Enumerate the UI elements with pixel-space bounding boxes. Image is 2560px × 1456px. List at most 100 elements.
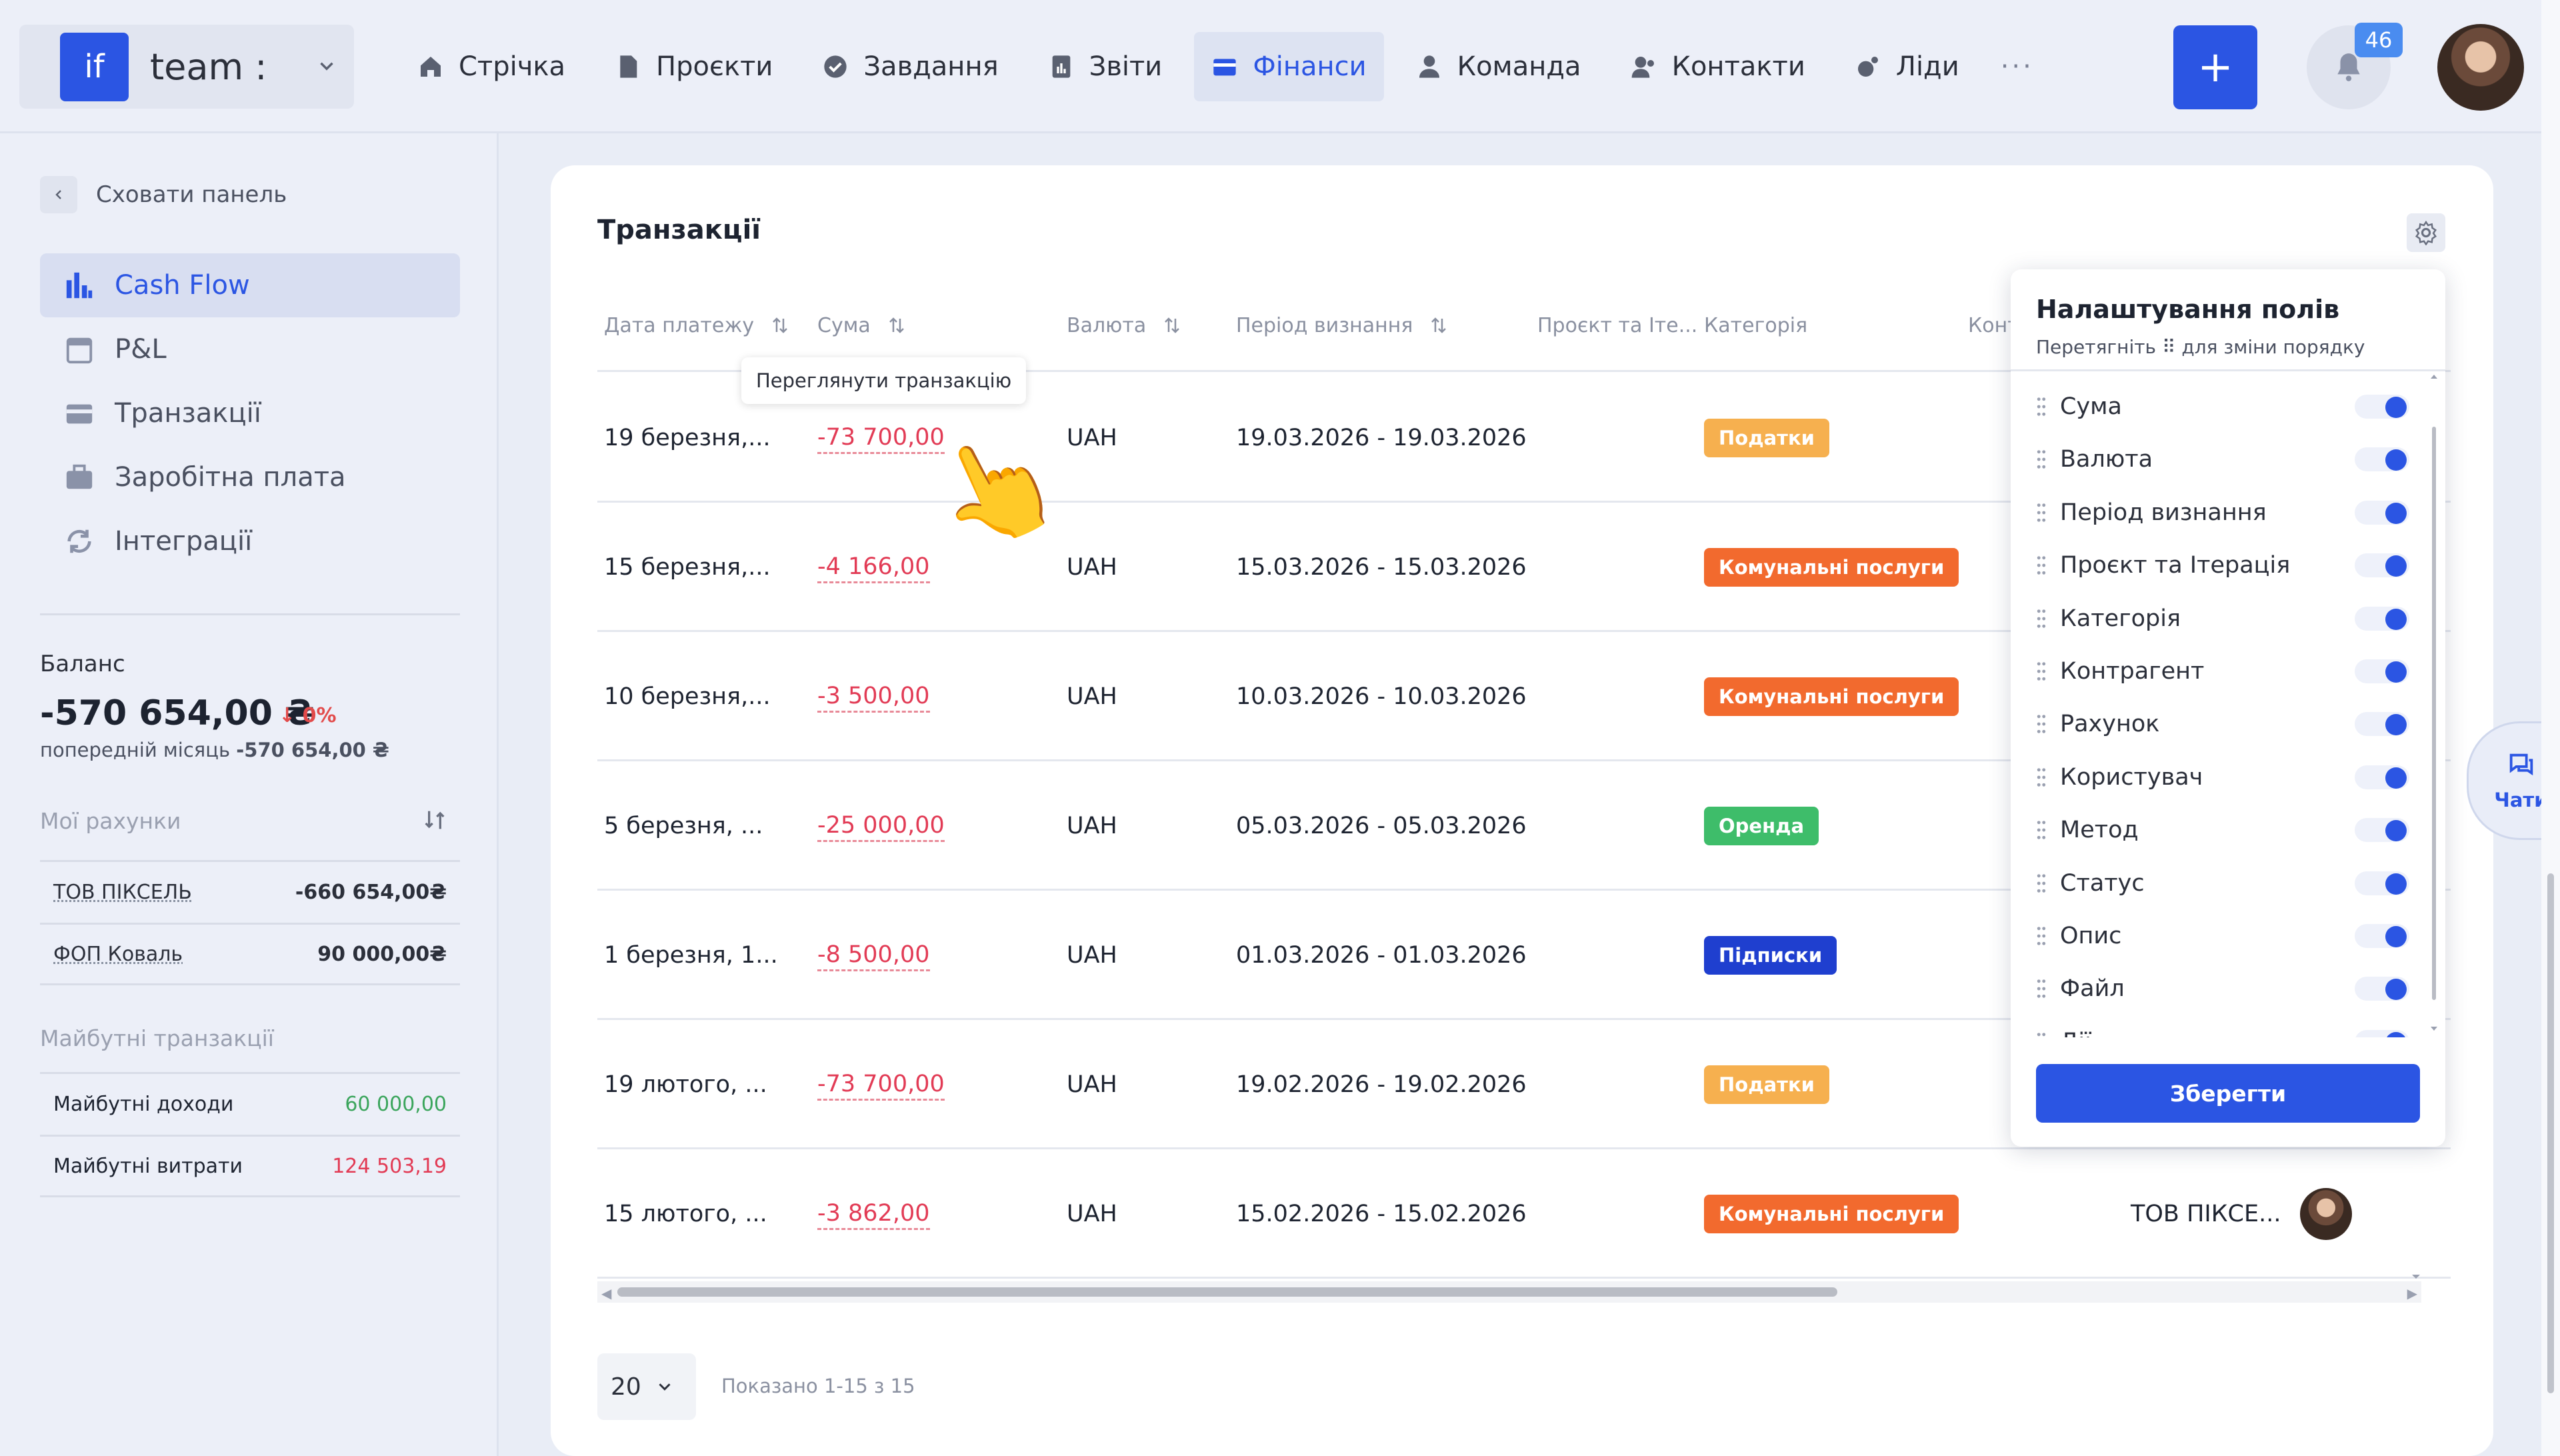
drag-handle-icon[interactable] [2036,397,2047,417]
field-visibility-toggle[interactable] [2355,977,2409,1001]
page-size-select[interactable]: 20 [597,1353,696,1420]
drag-handle-icon[interactable] [2036,926,2047,946]
field-visibility-toggle[interactable] [2355,659,2409,683]
category-badge: Податки [1704,1065,1829,1104]
account-row[interactable]: ТОВ ПІКСЕЛЬ -660 654,00₴ [40,860,460,923]
cell-amount[interactable]: -73 700,00 [817,1020,945,1149]
drag-handle-icon[interactable] [2036,1032,2047,1037]
field-visibility-toggle[interactable] [2355,395,2409,419]
sidebar-item-transactions[interactable]: Транзакції [40,381,460,445]
sidebar-item-integrations[interactable]: Інтеграції [40,509,460,573]
nav-reports[interactable]: Звіти [1031,32,1180,101]
drag-handle-icon[interactable] [2036,503,2047,523]
col-amount[interactable]: Сума [817,299,907,352]
field-visibility-toggle[interactable] [2355,606,2409,631]
drag-handle-icon[interactable] [2036,979,2047,999]
drag-handle-icon[interactable] [2036,449,2047,469]
user-avatar[interactable] [2437,24,2524,111]
field-toggle-row[interactable]: Користувач [2036,751,2423,804]
table-row[interactable]: 15 лютого, ... -3 862,00 UAH 15.02.2026 - 1… [597,1149,2451,1279]
nav-tasks[interactable]: Завдання [805,32,1015,101]
field-visibility-toggle[interactable] [2355,553,2409,578]
field-toggle-row[interactable]: Статус [2036,857,2423,910]
field-toggle-row[interactable]: Опис [2036,909,2423,963]
add-button[interactable]: + [2173,25,2257,109]
drag-handle-icon[interactable] [2036,820,2047,840]
drag-handle-icon[interactable] [2036,661,2047,681]
cell-amount[interactable]: -8 500,00 [817,891,930,1020]
drag-handle-icon[interactable] [2036,767,2047,787]
field-label: Сума [2060,393,2123,420]
drag-handle-icon[interactable] [2036,609,2047,629]
scroll-left-icon[interactable]: ◀ [601,1285,611,1301]
drag-handle-icon[interactable] [2036,873,2047,893]
amount-link[interactable]: -25 000,00 [817,811,945,842]
document-icon [620,55,637,78]
horizontal-scrollbar[interactable]: ◀ ▶ [597,1281,2421,1303]
amount-link[interactable]: -73 700,00 [817,1069,945,1101]
account-row[interactable]: ФОП Коваль 90 000,00₴ [40,923,460,985]
field-toggle-row[interactable]: Контрагент [2036,645,2423,698]
nav-leads[interactable]: Ліди [1837,32,1977,101]
save-button[interactable]: Зберегти [2036,1064,2420,1123]
nav-finance[interactable]: Фінанси [1194,32,1384,101]
drag-handle-icon[interactable] [2036,714,2047,734]
popover-title: Налаштування полів [2036,295,2340,324]
field-toggle-row[interactable]: Період визнання [2036,486,2423,539]
sidebar-item-cash-flow[interactable]: Cash Flow [40,253,460,317]
hide-panel-button[interactable]: Сховати панель [40,176,287,213]
team-switcher[interactable]: if team : [19,25,354,109]
field-toggle-row[interactable]: Валюта [2036,433,2423,486]
sidebar: Сховати панель Cash Flow P&L Транзакції … [0,133,499,1456]
field-visibility-toggle[interactable] [2355,447,2409,472]
col-category[interactable]: Категорія [1704,299,1807,352]
field-toggle-row[interactable]: Дії [2036,1015,2423,1037]
cell-period: 15.03.2026 - 15.03.2026 [1236,554,1527,581]
field-visibility-toggle[interactable] [2355,500,2409,525]
field-visibility-toggle[interactable] [2355,871,2409,895]
field-visibility-toggle[interactable] [2355,1029,2409,1037]
field-toggle-row[interactable]: Метод [2036,803,2423,857]
cell-amount[interactable]: -3 500,00 [817,632,930,761]
scroll-right-icon[interactable]: ▶ [2407,1285,2417,1301]
field-visibility-toggle[interactable] [2355,818,2409,843]
col-project[interactable]: Проєкт та Іте... [1537,299,1697,352]
field-visibility-toggle[interactable] [2355,712,2409,737]
amount-link[interactable]: -3 500,00 [817,681,930,713]
field-toggle-row[interactable]: Рахунок [2036,697,2423,751]
field-toggle-row[interactable]: Сума [2036,380,2423,433]
user-avatar[interactable] [2300,1188,2352,1240]
account-name: ТОВ ПІКСЕЛЬ [53,881,192,904]
field-settings-button[interactable] [2407,213,2445,252]
scrollbar-thumb[interactable] [617,1287,1837,1297]
cell-amount[interactable]: -25 000,00 [817,761,945,891]
drag-handle-icon[interactable] [2036,555,2047,575]
field-toggle-row[interactable]: Файл [2036,962,2423,1015]
amount-link[interactable]: -73 700,00 [817,423,945,454]
amount-link[interactable]: -8 500,00 [817,940,930,971]
field-toggle-row[interactable]: Категорія [2036,592,2423,645]
page-scrollbar[interactable] [2541,0,2560,1456]
sidebar-item-pl[interactable]: P&L [40,317,460,381]
col-date[interactable]: Дата платежу [604,299,790,352]
more-menu-button[interactable]: ··· [2001,51,2034,82]
sidebar-item-payroll[interactable]: Заробітна плата [40,445,460,509]
nav-projects[interactable]: Проєкти [597,32,790,101]
sort-icon[interactable] [421,807,448,833]
nav-team[interactable]: Команда [1399,32,1599,101]
popover-scrollbar[interactable] [2429,373,2439,1033]
amount-link[interactable]: -4 166,00 [817,552,930,583]
field-visibility-toggle[interactable] [2355,765,2409,789]
col-period[interactable]: Період визнання [1236,299,1449,352]
calendar-icon [66,337,93,364]
nav-contacts[interactable]: Контакти [1613,32,1823,101]
view-transaction-tooltip: Переглянути транзакцію [741,357,1027,404]
amount-link[interactable]: -3 862,00 [817,1199,930,1230]
nav-feed[interactable]: Стрічка [400,32,583,101]
field-visibility-toggle[interactable] [2355,924,2409,948]
page-scrollbar-thumb[interactable] [2547,873,2554,1393]
cell-amount[interactable]: -4 166,00 [817,503,930,632]
field-toggle-row[interactable]: Проєкт та Ітерація [2036,539,2423,592]
cell-amount[interactable]: -3 862,00 [817,1149,930,1279]
col-currency[interactable]: Валюта [1067,299,1182,352]
